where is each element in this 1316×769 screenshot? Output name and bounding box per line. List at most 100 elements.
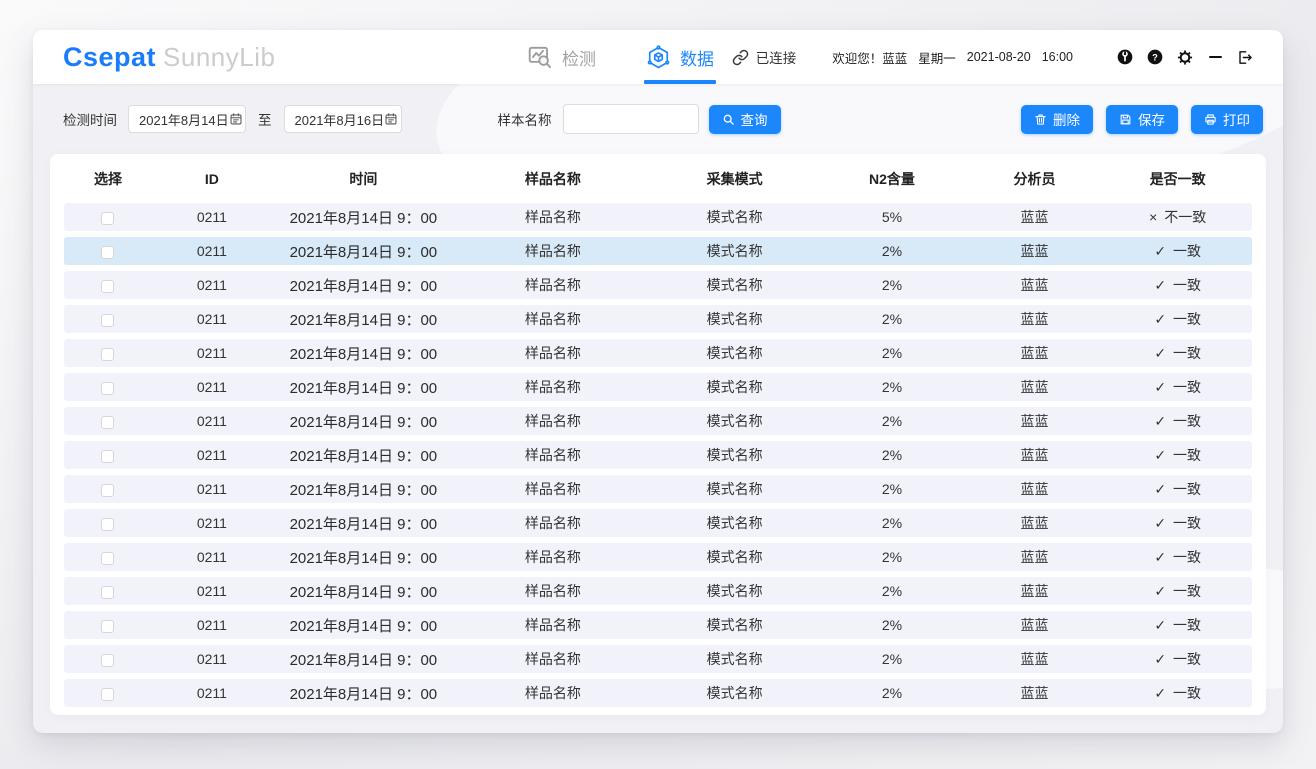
row-checkbox[interactable]: [101, 416, 114, 429]
cell-sample-name: 样品名称: [455, 275, 651, 295]
row-checkbox[interactable]: [101, 280, 114, 293]
column-mode: 采集模式: [651, 169, 819, 189]
row-checkbox[interactable]: [101, 314, 114, 327]
cell-sample-name: 样品名称: [455, 241, 651, 261]
table-row[interactable]: 0211 2021年8月14日 9：00 样品名称 模式名称 2% 蓝蓝 ✓ 一…: [64, 271, 1252, 299]
sample-name-input[interactable]: [563, 104, 699, 134]
cell-n2-content: 2%: [818, 447, 965, 463]
table-row[interactable]: 0211 2021年8月14日 9：00 样品名称 模式名称 2% 蓝蓝 ✓ 一…: [64, 305, 1252, 333]
table-row[interactable]: 0211 2021年8月14日 9：00 样品名称 模式名称 2% 蓝蓝 ✓ 一…: [64, 645, 1252, 673]
help-icon[interactable]: ?: [1147, 49, 1163, 65]
cell-status: ✓ 一致: [1103, 343, 1252, 363]
row-checkbox[interactable]: [101, 688, 114, 701]
table-row[interactable]: 0211 2021年8月14日 9：00 样品名称 模式名称 2% 蓝蓝 ✓ 一…: [64, 475, 1252, 503]
row-checkbox[interactable]: [101, 518, 114, 531]
date-from-input[interactable]: 2021年8月14日: [128, 105, 246, 133]
status-text: 一致: [1173, 649, 1201, 669]
cell-select: [64, 243, 152, 259]
cell-sample-name: 样品名称: [455, 411, 651, 431]
print-button[interactable]: 打印: [1191, 105, 1263, 134]
settings-gear-icon[interactable]: [1177, 49, 1193, 65]
column-select: 选择: [64, 169, 152, 189]
cell-n2-content: 2%: [818, 515, 965, 531]
table-row[interactable]: 0211 2021年8月14日 9：00 样品名称 模式名称 2% 蓝蓝 ✓ 一…: [64, 373, 1252, 401]
trash-icon: [1034, 113, 1047, 126]
cell-sample-name: 样品名称: [455, 377, 651, 397]
logo-primary: Csepat: [63, 42, 156, 73]
table-row[interactable]: 0211 2021年8月14日 9：00 样品名称 模式名称 2% 蓝蓝 ✓ 一…: [64, 407, 1252, 435]
tool-wrench-icon[interactable]: [1117, 49, 1133, 65]
table-row[interactable]: 0211 2021年8月14日 9：00 样品名称 模式名称 2% 蓝蓝 ✓ 一…: [64, 679, 1252, 707]
cell-mode: 模式名称: [651, 649, 819, 669]
welcome-text: 欢迎您！蓝蓝: [832, 48, 907, 67]
row-checkbox[interactable]: [101, 552, 114, 565]
header-right: 已连接 欢迎您！蓝蓝 星期一 2021-08-20 16:00: [732, 47, 1253, 67]
table-row[interactable]: 0211 2021年8月14日 9：00 样品名称 模式名称 2% 蓝蓝 ✓ 一…: [64, 339, 1252, 367]
row-checkbox[interactable]: [101, 450, 114, 463]
table-row[interactable]: 0211 2021年8月14日 9：00 样品名称 模式名称 2% 蓝蓝 ✓ 一…: [64, 577, 1252, 605]
cell-status: ✓ 一致: [1103, 581, 1252, 601]
cell-time: 2021年8月14日 9：00: [272, 581, 455, 602]
cell-time: 2021年8月14日 9：00: [272, 411, 455, 432]
cell-analyst: 蓝蓝: [966, 207, 1104, 227]
cell-sample-name: 样品名称: [455, 207, 651, 227]
row-checkbox[interactable]: [101, 246, 114, 259]
cell-sample-name: 样品名称: [455, 343, 651, 363]
status-icon: ✓: [1154, 447, 1166, 464]
cell-n2-content: 2%: [818, 583, 965, 599]
cell-sample-name: 样品名称: [455, 445, 651, 465]
cell-time: 2021年8月14日 9：00: [272, 547, 455, 568]
row-checkbox[interactable]: [101, 654, 114, 667]
status-icon: ✓: [1154, 685, 1166, 702]
cell-select: [64, 651, 152, 667]
status-text: 一致: [1173, 445, 1201, 465]
printer-icon: [1204, 113, 1217, 126]
cell-time: 2021年8月14日 9：00: [272, 241, 455, 262]
table-row[interactable]: 0211 2021年8月14日 9：00 样品名称 模式名称 2% 蓝蓝 ✓ 一…: [64, 543, 1252, 571]
query-button[interactable]: 查询: [709, 105, 781, 134]
status-text: 一致: [1173, 343, 1201, 363]
date-to-input[interactable]: 2021年8月16日: [284, 105, 402, 133]
minimize-icon[interactable]: [1207, 49, 1223, 65]
date-to-value: 2021年8月16日: [295, 110, 385, 129]
status-icon: ×: [1149, 209, 1157, 225]
status-text: 一致: [1173, 377, 1201, 397]
tab-detection[interactable]: 检测: [525, 30, 598, 84]
save-button[interactable]: 保存: [1106, 105, 1178, 134]
column-sample: 样品名称: [455, 169, 651, 189]
cell-time: 2021年8月14日 9：00: [272, 343, 455, 364]
logo-secondary: SunnyLib: [163, 42, 275, 73]
cell-analyst: 蓝蓝: [966, 615, 1104, 635]
cell-select: [64, 277, 152, 293]
time-text: 16:00: [1042, 50, 1073, 64]
table-row[interactable]: 0211 2021年8月14日 9：00 样品名称 模式名称 2% 蓝蓝 ✓ 一…: [64, 441, 1252, 469]
cell-select: [64, 311, 152, 327]
header: Csepat SunnyLib 检测: [33, 30, 1283, 84]
delete-button[interactable]: 删除: [1021, 105, 1093, 134]
cell-status: × 不一致: [1103, 207, 1252, 227]
save-button-label: 保存: [1138, 109, 1165, 129]
cell-id: 0211: [152, 345, 272, 361]
row-checkbox[interactable]: [101, 586, 114, 599]
detection-chart-icon: [527, 44, 553, 70]
table-body: 0211 2021年8月14日 9：00 样品名称 模式名称 5% 蓝蓝 × 不…: [64, 203, 1252, 707]
cell-status: ✓ 一致: [1103, 479, 1252, 499]
cell-analyst: 蓝蓝: [966, 343, 1104, 363]
row-checkbox[interactable]: [101, 484, 114, 497]
cell-analyst: 蓝蓝: [966, 547, 1104, 567]
table-row[interactable]: 0211 2021年8月14日 9：00 样品名称 模式名称 2% 蓝蓝 ✓ 一…: [64, 611, 1252, 639]
tab-data[interactable]: 数据: [644, 30, 716, 84]
cell-mode: 模式名称: [651, 275, 819, 295]
table-row[interactable]: 0211 2021年8月14日 9：00 样品名称 模式名称 2% 蓝蓝 ✓ 一…: [64, 237, 1252, 265]
cell-mode: 模式名称: [651, 377, 819, 397]
cell-select: [64, 685, 152, 701]
row-checkbox[interactable]: [101, 620, 114, 633]
date-text: 2021-08-20: [967, 50, 1031, 64]
row-checkbox[interactable]: [101, 348, 114, 361]
logout-icon[interactable]: [1237, 49, 1253, 65]
table-row[interactable]: 0211 2021年8月14日 9：00 样品名称 模式名称 2% 蓝蓝 ✓ 一…: [64, 509, 1252, 537]
row-checkbox[interactable]: [101, 382, 114, 395]
cell-sample-name: 样品名称: [455, 513, 651, 533]
table-row[interactable]: 0211 2021年8月14日 9：00 样品名称 模式名称 5% 蓝蓝 × 不…: [64, 203, 1252, 231]
row-checkbox[interactable]: [101, 212, 114, 225]
